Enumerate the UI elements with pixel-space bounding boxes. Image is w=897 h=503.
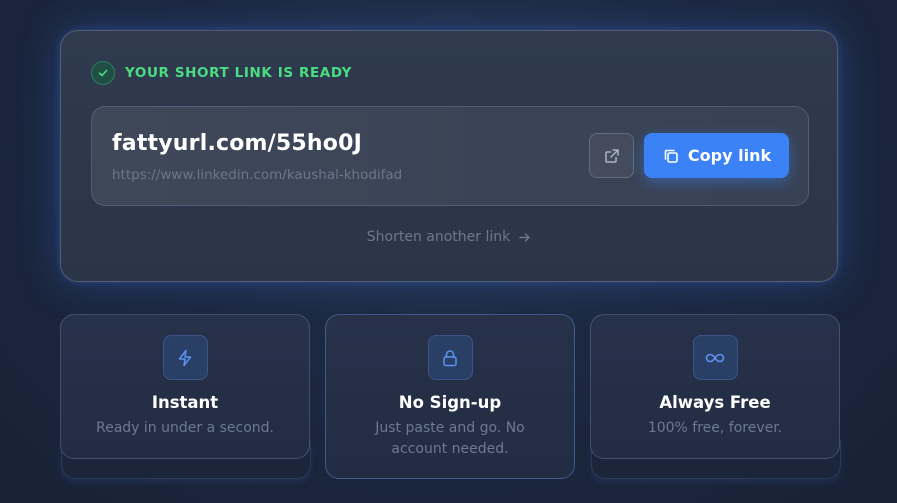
- feature-title: Instant: [151, 393, 219, 412]
- short-link-result-card: YOUR SHORT LINK IS READY fattyurl.com/55…: [60, 30, 838, 282]
- feature-description: Ready in under a second.: [96, 420, 274, 436]
- status-text: YOUR SHORT LINK IS READY: [125, 65, 353, 81]
- status-row: YOUR SHORT LINK IS READY: [91, 61, 352, 85]
- feature-card-no-signup: No Sign-up Just paste and go. No account…: [325, 314, 575, 479]
- lightning-bolt-icon: [162, 335, 208, 380]
- infinity-icon: [692, 335, 738, 380]
- arrow-right-icon: [518, 231, 531, 244]
- external-link-icon: [603, 147, 621, 165]
- copy-icon: [662, 147, 680, 165]
- feature-description: 100% free, forever.: [647, 420, 783, 436]
- short-url[interactable]: fattyurl.com/55ho0J: [112, 131, 362, 156]
- feature-title: No Sign-up: [398, 393, 502, 412]
- copy-link-button[interactable]: Copy link: [644, 133, 789, 178]
- original-url: https://www.linkedin.com/kaushal-khodifa…: [112, 167, 403, 183]
- feature-description: Just paste and go. No account needed.: [326, 418, 574, 460]
- open-link-button[interactable]: [589, 133, 634, 178]
- feature-description-line: Just paste and go. No: [375, 420, 525, 436]
- copy-link-label: Copy link: [687, 146, 772, 165]
- feature-card-always-free: Always Free 100% free, forever.: [590, 314, 840, 459]
- check-icon: [91, 61, 115, 85]
- feature-title: Always Free: [659, 393, 771, 412]
- shorten-another-link[interactable]: Shorten another link: [61, 229, 837, 245]
- link-box: fattyurl.com/55ho0J https://www.linkedin…: [91, 106, 809, 206]
- shorten-another-label: Shorten another link: [366, 229, 511, 245]
- feature-card-instant: Instant Ready in under a second.: [60, 314, 310, 459]
- lock-icon: [427, 335, 473, 380]
- feature-description-line: account needed.: [391, 441, 509, 457]
